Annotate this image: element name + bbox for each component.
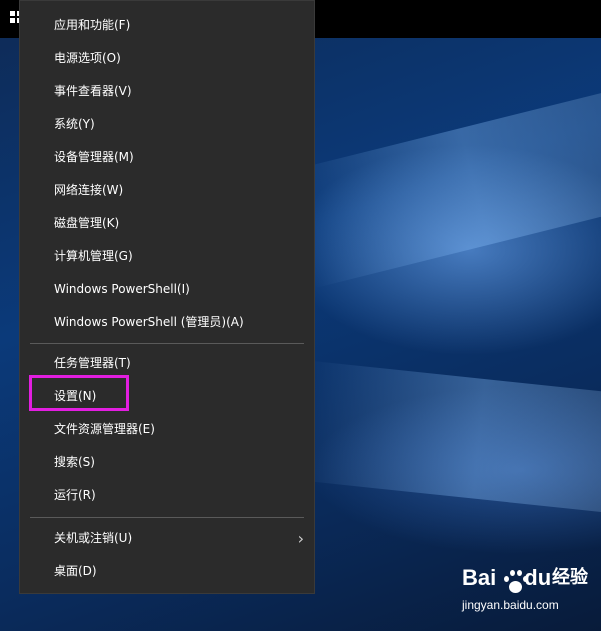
- menu-item-powershell[interactable]: Windows PowerShell(I): [20, 273, 314, 306]
- menu-item-label: 文件资源管理器(E): [54, 422, 155, 436]
- menu-item-power-options[interactable]: 电源选项(O): [20, 42, 314, 75]
- menu-item-apps-features[interactable]: 应用和功能(F): [20, 9, 314, 42]
- menu-item-label: 设备管理器(M): [54, 150, 134, 164]
- menu-separator: [30, 343, 304, 344]
- menu-item-label: 电源选项(O): [54, 51, 121, 65]
- menu-item-desktop[interactable]: 桌面(D): [20, 555, 314, 588]
- watermark-logo-du: du: [524, 565, 552, 590]
- menu-item-shutdown-signout[interactable]: 关机或注销(U) ›: [20, 522, 314, 555]
- menu-item-label: 关机或注销(U): [54, 531, 133, 545]
- baidu-paw-icon: [502, 568, 528, 594]
- menu-item-label: 计算机管理(G): [54, 249, 133, 263]
- settings-highlight-annotation: [29, 375, 129, 411]
- wallpaper-light-beam: [285, 84, 601, 289]
- menu-item-search[interactable]: 搜索(S): [20, 446, 314, 479]
- menu-item-label: 搜索(S): [54, 455, 95, 469]
- menu-item-label: Windows PowerShell(I): [54, 282, 190, 296]
- menu-item-label: 应用和功能(F): [54, 18, 131, 32]
- wallpaper-light-beam: [293, 360, 601, 518]
- watermark-logo-bai: Bai: [462, 565, 497, 590]
- menu-separator: [30, 517, 304, 518]
- menu-item-powershell-admin[interactable]: Windows PowerShell (管理员)(A): [20, 306, 314, 339]
- baidu-jingyan-watermark: Bai du 经验 jingyan.baidu.com: [462, 562, 592, 618]
- watermark-url: jingyan.baidu.com: [462, 598, 559, 612]
- menu-item-label: 磁盘管理(K): [54, 216, 120, 230]
- menu-item-label: Windows PowerShell (管理员)(A): [54, 315, 244, 329]
- menu-item-label: 桌面(D): [54, 564, 97, 578]
- winx-context-menu: 应用和功能(F) 电源选项(O) 事件查看器(V) 系统(Y) 设备管理器(M)…: [19, 0, 315, 594]
- menu-item-network-connections[interactable]: 网络连接(W): [20, 174, 314, 207]
- menu-item-system[interactable]: 系统(Y): [20, 108, 314, 141]
- menu-item-device-manager[interactable]: 设备管理器(M): [20, 141, 314, 174]
- menu-item-disk-management[interactable]: 磁盘管理(K): [20, 207, 314, 240]
- menu-item-label: 运行(R): [54, 488, 96, 502]
- menu-item-file-explorer[interactable]: 文件资源管理器(E): [20, 413, 314, 446]
- menu-item-run[interactable]: 运行(R): [20, 479, 314, 512]
- watermark-text: 经验: [552, 567, 588, 588]
- menu-item-event-viewer[interactable]: 事件查看器(V): [20, 75, 314, 108]
- menu-item-label: 事件查看器(V): [54, 84, 132, 98]
- menu-item-label: 任务管理器(T): [54, 356, 131, 370]
- menu-item-computer-management[interactable]: 计算机管理(G): [20, 240, 314, 273]
- menu-item-label: 系统(Y): [54, 117, 95, 131]
- menu-item-label: 网络连接(W): [54, 183, 124, 197]
- chevron-right-icon: ›: [297, 529, 304, 548]
